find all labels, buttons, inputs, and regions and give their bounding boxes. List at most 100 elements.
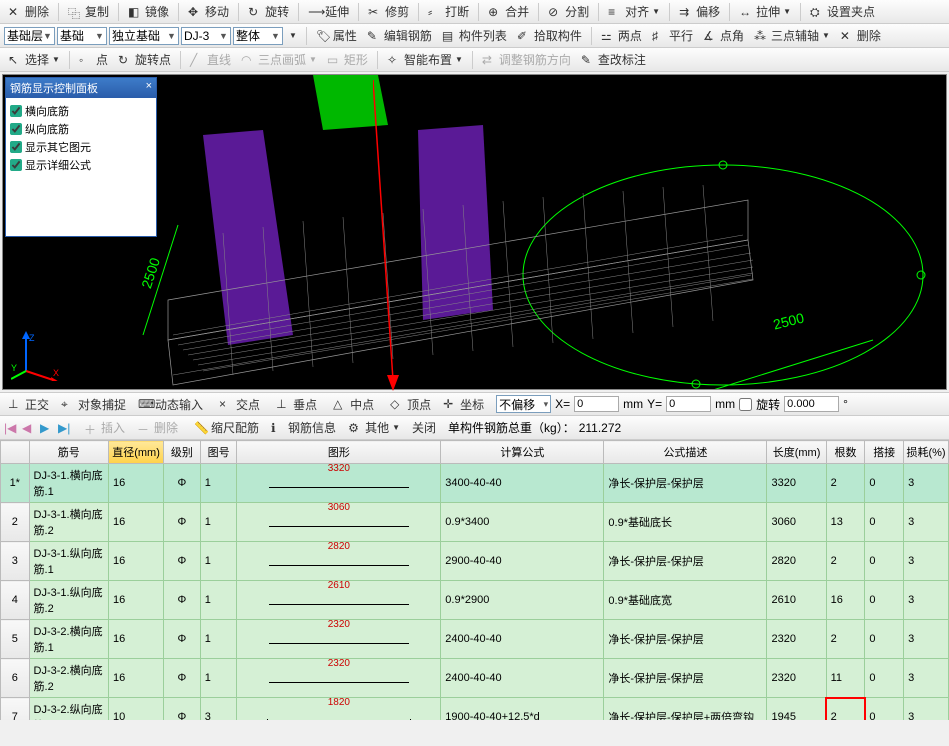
length[interactable]: 2820 (767, 542, 826, 581)
count[interactable]: 2 (826, 620, 865, 659)
grade[interactable]: Φ (164, 620, 201, 659)
formula[interactable]: 2400-40-40 (441, 659, 604, 698)
row-number[interactable]: 4 (1, 581, 30, 620)
length[interactable]: 2320 (767, 620, 826, 659)
column-header[interactable] (1, 441, 30, 464)
two-point-button[interactable]: ⚍两点 (597, 26, 646, 45)
diameter[interactable]: 16 (109, 659, 164, 698)
other-button[interactable]: ⚙其他▼ (344, 418, 404, 437)
formula-desc[interactable]: 净长-保护层-保护层 (604, 464, 767, 503)
count[interactable]: 13 (826, 503, 865, 542)
column-header[interactable]: 直径(mm) (109, 441, 164, 464)
zuo-button[interactable]: ✛坐标 (439, 395, 488, 414)
row-number[interactable]: 5 (1, 620, 30, 659)
offset-button[interactable]: ⇉偏移 (675, 2, 724, 21)
lap[interactable]: 0 (865, 581, 904, 620)
column-header[interactable]: 级别 (164, 441, 201, 464)
align-button[interactable]: ≡对齐▼ (604, 2, 664, 21)
ding-button[interactable]: ◇顶点 (386, 395, 435, 414)
lap[interactable]: 0 (865, 464, 904, 503)
set-grip-button[interactable]: ⛭设置夹点 (806, 2, 879, 21)
row-number[interactable]: 1* (1, 464, 30, 503)
rebar-id[interactable]: DJ-3-2.横向底筋.1 (29, 620, 109, 659)
formula-desc[interactable]: 净长-保护层-保护层 (604, 542, 767, 581)
pic-num[interactable]: 1 (200, 464, 237, 503)
pic-num[interactable]: 1 (200, 581, 237, 620)
trim-button[interactable]: ✂修剪 (364, 2, 413, 21)
length[interactable]: 1945 (767, 698, 826, 721)
lap[interactable]: 0 (865, 698, 904, 721)
edit-rebar-button[interactable]: ✎编辑钢筋 (363, 26, 436, 45)
formula-desc[interactable]: 0.9*基础底长 (604, 503, 767, 542)
split-button[interactable]: ⊘分割 (544, 2, 593, 21)
dyn-input-toggle[interactable]: ⌨动态输入 (134, 395, 207, 414)
formula[interactable]: 0.9*2900 (441, 581, 604, 620)
first-icon[interactable]: |◀ (4, 421, 18, 435)
last-icon[interactable]: ▶| (58, 421, 72, 435)
length[interactable]: 2320 (767, 659, 826, 698)
table-row[interactable]: 6DJ-3-2.横向底筋.216Φ123202400-40-40净长-保护层-保… (1, 659, 949, 698)
formula[interactable]: 0.9*3400 (441, 503, 604, 542)
length[interactable]: 2610 (767, 581, 826, 620)
rebar-id[interactable]: DJ-3-1.纵向底筋.1 (29, 542, 109, 581)
component-dropdown[interactable]: DJ-3▼ (181, 27, 231, 45)
formula[interactable]: 1900-40-40+12.5*d (441, 698, 604, 721)
diameter[interactable]: 16 (109, 581, 164, 620)
offset-mode-dropdown[interactable]: 不偏移▾ (496, 395, 551, 413)
prev-icon[interactable]: ◀ (22, 421, 36, 435)
shape-cell[interactable]: 2820 (237, 542, 441, 581)
zhong-button[interactable]: △中点 (329, 395, 378, 414)
count[interactable]: 16 (826, 581, 865, 620)
jiao-button[interactable]: ×交点 (215, 395, 264, 414)
rebar-id[interactable]: DJ-3-2.纵向底筋.1 (29, 698, 109, 721)
table-row[interactable]: 1*DJ-3-1.横向底筋.116Φ133203400-40-40净长-保护层-… (1, 464, 949, 503)
table-row[interactable]: 5DJ-3-2.横向底筋.116Φ123202400-40-40净长-保护层-保… (1, 620, 949, 659)
rotate-point-button[interactable]: ↻旋转点 (114, 50, 175, 69)
osnap-toggle[interactable]: ⌖对象捕捉 (57, 395, 130, 414)
shape-cell[interactable]: 3060 (237, 503, 441, 542)
scope-dropdown[interactable]: 整体▼ (233, 27, 283, 45)
formula-desc[interactable]: 净长-保护层-保护层 (604, 659, 767, 698)
grade[interactable]: Φ (164, 503, 201, 542)
column-header[interactable]: 根数 (826, 441, 865, 464)
column-header[interactable]: 损耗(%) (904, 441, 949, 464)
shape-cell[interactable]: 1820 (237, 698, 441, 721)
diameter[interactable]: 16 (109, 620, 164, 659)
select-button[interactable]: ↖选择▼ (4, 50, 64, 69)
rebar-id[interactable]: DJ-3-1.横向底筋.2 (29, 503, 109, 542)
lap[interactable]: 0 (865, 620, 904, 659)
formula-desc[interactable]: 0.9*基础底宽 (604, 581, 767, 620)
lap[interactable]: 0 (865, 503, 904, 542)
move-button[interactable]: ✥移动 (184, 2, 233, 21)
scale-rebar-button[interactable]: 📏缩尺配筋 (190, 418, 263, 437)
grade[interactable]: Φ (164, 698, 201, 721)
rebar-id[interactable]: DJ-3-2.横向底筋.2 (29, 659, 109, 698)
stretch-button[interactable]: ↔拉伸▼ (735, 2, 795, 21)
rebar-id[interactable]: DJ-3-1.横向底筋.1 (29, 464, 109, 503)
rotate-button[interactable]: ↻旋转 (244, 2, 293, 21)
row-number[interactable]: 2 (1, 503, 30, 542)
table-row[interactable]: 7DJ-3-2.纵向底筋.110Φ318201900-40-40+12.5*d净… (1, 698, 949, 721)
x-input[interactable] (574, 396, 619, 412)
formula[interactable]: 2400-40-40 (441, 620, 604, 659)
pic-num[interactable]: 3 (200, 698, 237, 721)
pic-num[interactable]: 1 (200, 659, 237, 698)
column-header[interactable]: 搭接 (865, 441, 904, 464)
count[interactable]: 2 (826, 698, 865, 721)
count[interactable]: 2 (826, 464, 865, 503)
pic-num[interactable]: 1 (200, 620, 237, 659)
formula[interactable]: 2900-40-40 (441, 542, 604, 581)
3d-viewport[interactable]: 钢筋显示控制面板× 横向底筋纵向底筋显示其它图元显示详细公式 (2, 74, 947, 390)
parallel-button[interactable]: ♯平行 (648, 26, 697, 45)
loss[interactable]: 3 (904, 464, 949, 503)
delete-button[interactable]: ✕删除 (4, 2, 53, 21)
pick-comp-button[interactable]: ✐拾取构件 (513, 26, 586, 45)
diameter[interactable]: 10 (109, 698, 164, 721)
column-header[interactable]: 图号 (200, 441, 237, 464)
comp-list-button[interactable]: ▤构件列表 (438, 26, 511, 45)
table-row[interactable]: 2DJ-3-1.横向底筋.216Φ130600.9*34000.9*基础底长30… (1, 503, 949, 542)
diameter[interactable]: 16 (109, 464, 164, 503)
count[interactable]: 11 (826, 659, 865, 698)
merge-button[interactable]: ⊕合并 (484, 2, 533, 21)
rebar-id[interactable]: DJ-3-1.纵向底筋.2 (29, 581, 109, 620)
